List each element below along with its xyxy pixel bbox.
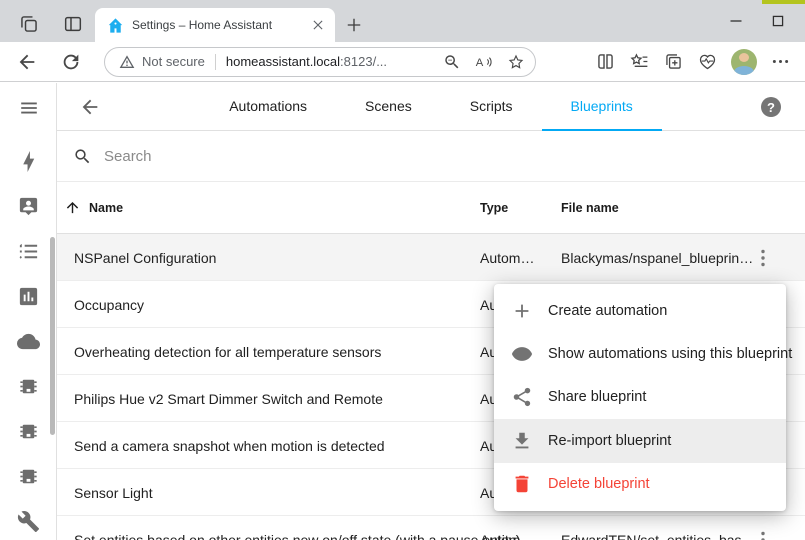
menu-item-re-import-blueprint[interactable]: Re-import blueprint <box>494 419 786 462</box>
address-divider <box>215 54 216 70</box>
favorite-star-icon[interactable] <box>507 53 525 71</box>
favorites-icon[interactable] <box>629 51 650 72</box>
tab-blueprints[interactable]: Blueprints <box>542 83 662 131</box>
blueprint-name: Send a camera snapshot when motion is de… <box>74 422 385 469</box>
sort-ascending-icon[interactable] <box>64 199 81 216</box>
menu-item-label: Show automations using this blueprint <box>548 346 792 362</box>
menu-item-label: Create automation <box>548 303 667 319</box>
ha-sidebar <box>0 83 57 540</box>
sidebar-item-5-chip-icon[interactable] <box>0 364 56 409</box>
table-row[interactable]: Set entities based on other entities new… <box>57 516 805 540</box>
menu-item-label: Delete blueprint <box>548 476 650 492</box>
settings-more-icon[interactable] <box>770 51 791 72</box>
svg-text:A: A <box>476 56 484 68</box>
not-secure-label: Not secure <box>142 54 205 69</box>
trash-icon <box>511 473 533 495</box>
blueprint-name: Philips Hue v2 Smart Dimmer Switch and R… <box>74 375 383 422</box>
tab-title: Settings – Home Assistant <box>132 18 309 32</box>
sidebar-scrollbar[interactable] <box>50 237 55 435</box>
sidebar-item-0-flash-icon[interactable] <box>0 139 56 184</box>
tab-close-icon[interactable] <box>309 16 327 34</box>
split-screen-icon[interactable] <box>595 51 616 72</box>
share-icon <box>511 386 533 408</box>
blueprint-name: Overheating detection for all temperatur… <box>74 328 381 375</box>
sidebar-item-7-chip-icon[interactable] <box>0 454 56 499</box>
menu-item-label: Re-import blueprint <box>548 433 671 449</box>
eye-icon <box>511 343 533 365</box>
help-button[interactable]: ? <box>761 97 781 117</box>
url-host: homeassistant.local <box>226 54 340 69</box>
browser-toolbar: Not secure homeassistant.local :8123/...… <box>0 42 805 82</box>
row-overflow-menu-icon[interactable] <box>751 246 775 270</box>
blueprint-type: Autom… <box>480 234 534 281</box>
column-header-name[interactable]: Name <box>89 201 123 215</box>
home-assistant-favicon-icon <box>107 17 124 34</box>
browser-tab[interactable]: Settings – Home Assistant <box>95 8 335 42</box>
url-path: :8123/... <box>340 54 387 69</box>
workspaces-icon[interactable] <box>18 13 40 35</box>
blueprint-name: NSPanel Configuration <box>74 234 216 281</box>
blueprint-name: Sensor Light <box>74 469 153 516</box>
minimize-button[interactable] <box>725 10 747 32</box>
blueprint-file-name: EdwardTEN/set_entities_bas… <box>561 516 756 540</box>
not-secure-warning-icon[interactable] <box>119 54 135 70</box>
table-header: Name Type File name <box>57 182 805 234</box>
collections-icon[interactable] <box>663 51 684 72</box>
sidebar-item-3-history-chart-icon[interactable] <box>0 274 56 319</box>
zoom-out-icon[interactable] <box>443 53 461 71</box>
menu-item-delete-blueprint[interactable]: Delete blueprint <box>494 463 786 506</box>
menu-hamburger-icon[interactable] <box>17 97 41 119</box>
search-icon <box>73 147 92 166</box>
address-bar[interactable]: Not secure homeassistant.local :8123/...… <box>104 47 536 77</box>
sidebar-item-8-wrench-icon[interactable] <box>0 499 56 540</box>
tab-automations[interactable]: Automations <box>200 83 336 131</box>
blueprint-name: Occupancy <box>74 281 144 328</box>
column-header-file-name[interactable]: File name <box>561 201 619 215</box>
sidebar-item-4-cloud-icon[interactable] <box>0 319 56 364</box>
menu-item-label: Share blueprint <box>548 389 646 405</box>
sidebar-item-2-logbook-list-icon[interactable] <box>0 229 56 274</box>
read-aloud-icon[interactable]: A <box>475 53 493 71</box>
new-tab-button[interactable] <box>344 15 364 35</box>
tab-scenes[interactable]: Scenes <box>336 83 441 131</box>
maximize-button[interactable] <box>767 10 789 32</box>
titlebar-accent-strip <box>762 0 805 4</box>
vertical-tabs-icon[interactable] <box>62 13 84 35</box>
blueprint-file-name: Blackymas/nspanel_blueprin… <box>561 234 753 281</box>
menu-item-show-automations-using-this-blueprint[interactable]: Show automations using this blueprint <box>494 332 786 375</box>
table-row[interactable]: NSPanel Configuration Autom… Blackymas/nsp… <box>57 234 805 281</box>
refresh-button[interactable] <box>60 51 82 73</box>
search-input[interactable] <box>104 148 805 165</box>
search-row <box>57 131 805 182</box>
settings-tab-bar: AutomationsScenesScriptsBlueprints <box>177 83 685 131</box>
back-button[interactable] <box>16 51 38 73</box>
blueprint-context-menu: Create automation Show automations using … <box>494 284 786 511</box>
home-assistant-app: AutomationsScenesScriptsBlueprints ? Nam… <box>0 83 805 540</box>
column-header-type[interactable]: Type <box>480 201 508 215</box>
blueprint-type: Autom… <box>480 516 534 540</box>
row-overflow-menu-icon[interactable] <box>751 528 775 540</box>
ha-back-button[interactable] <box>79 96 101 118</box>
download-icon <box>511 430 533 452</box>
tab-scripts[interactable]: Scripts <box>441 83 542 131</box>
blueprint-name: Set entities based on other entities new… <box>74 516 520 540</box>
sidebar-item-6-chip-icon[interactable] <box>0 409 56 454</box>
menu-item-share-blueprint[interactable]: Share blueprint <box>494 376 786 419</box>
profile-avatar[interactable] <box>731 49 757 75</box>
sidebar-item-1-account-badge-icon[interactable] <box>0 184 56 229</box>
plus-icon <box>511 300 533 322</box>
browser-titlebar: Settings – Home Assistant <box>0 0 805 42</box>
browser-essentials-icon[interactable] <box>697 51 718 72</box>
menu-item-create-automation[interactable]: Create automation <box>494 289 786 332</box>
ha-header: AutomationsScenesScriptsBlueprints ? <box>57 83 805 131</box>
